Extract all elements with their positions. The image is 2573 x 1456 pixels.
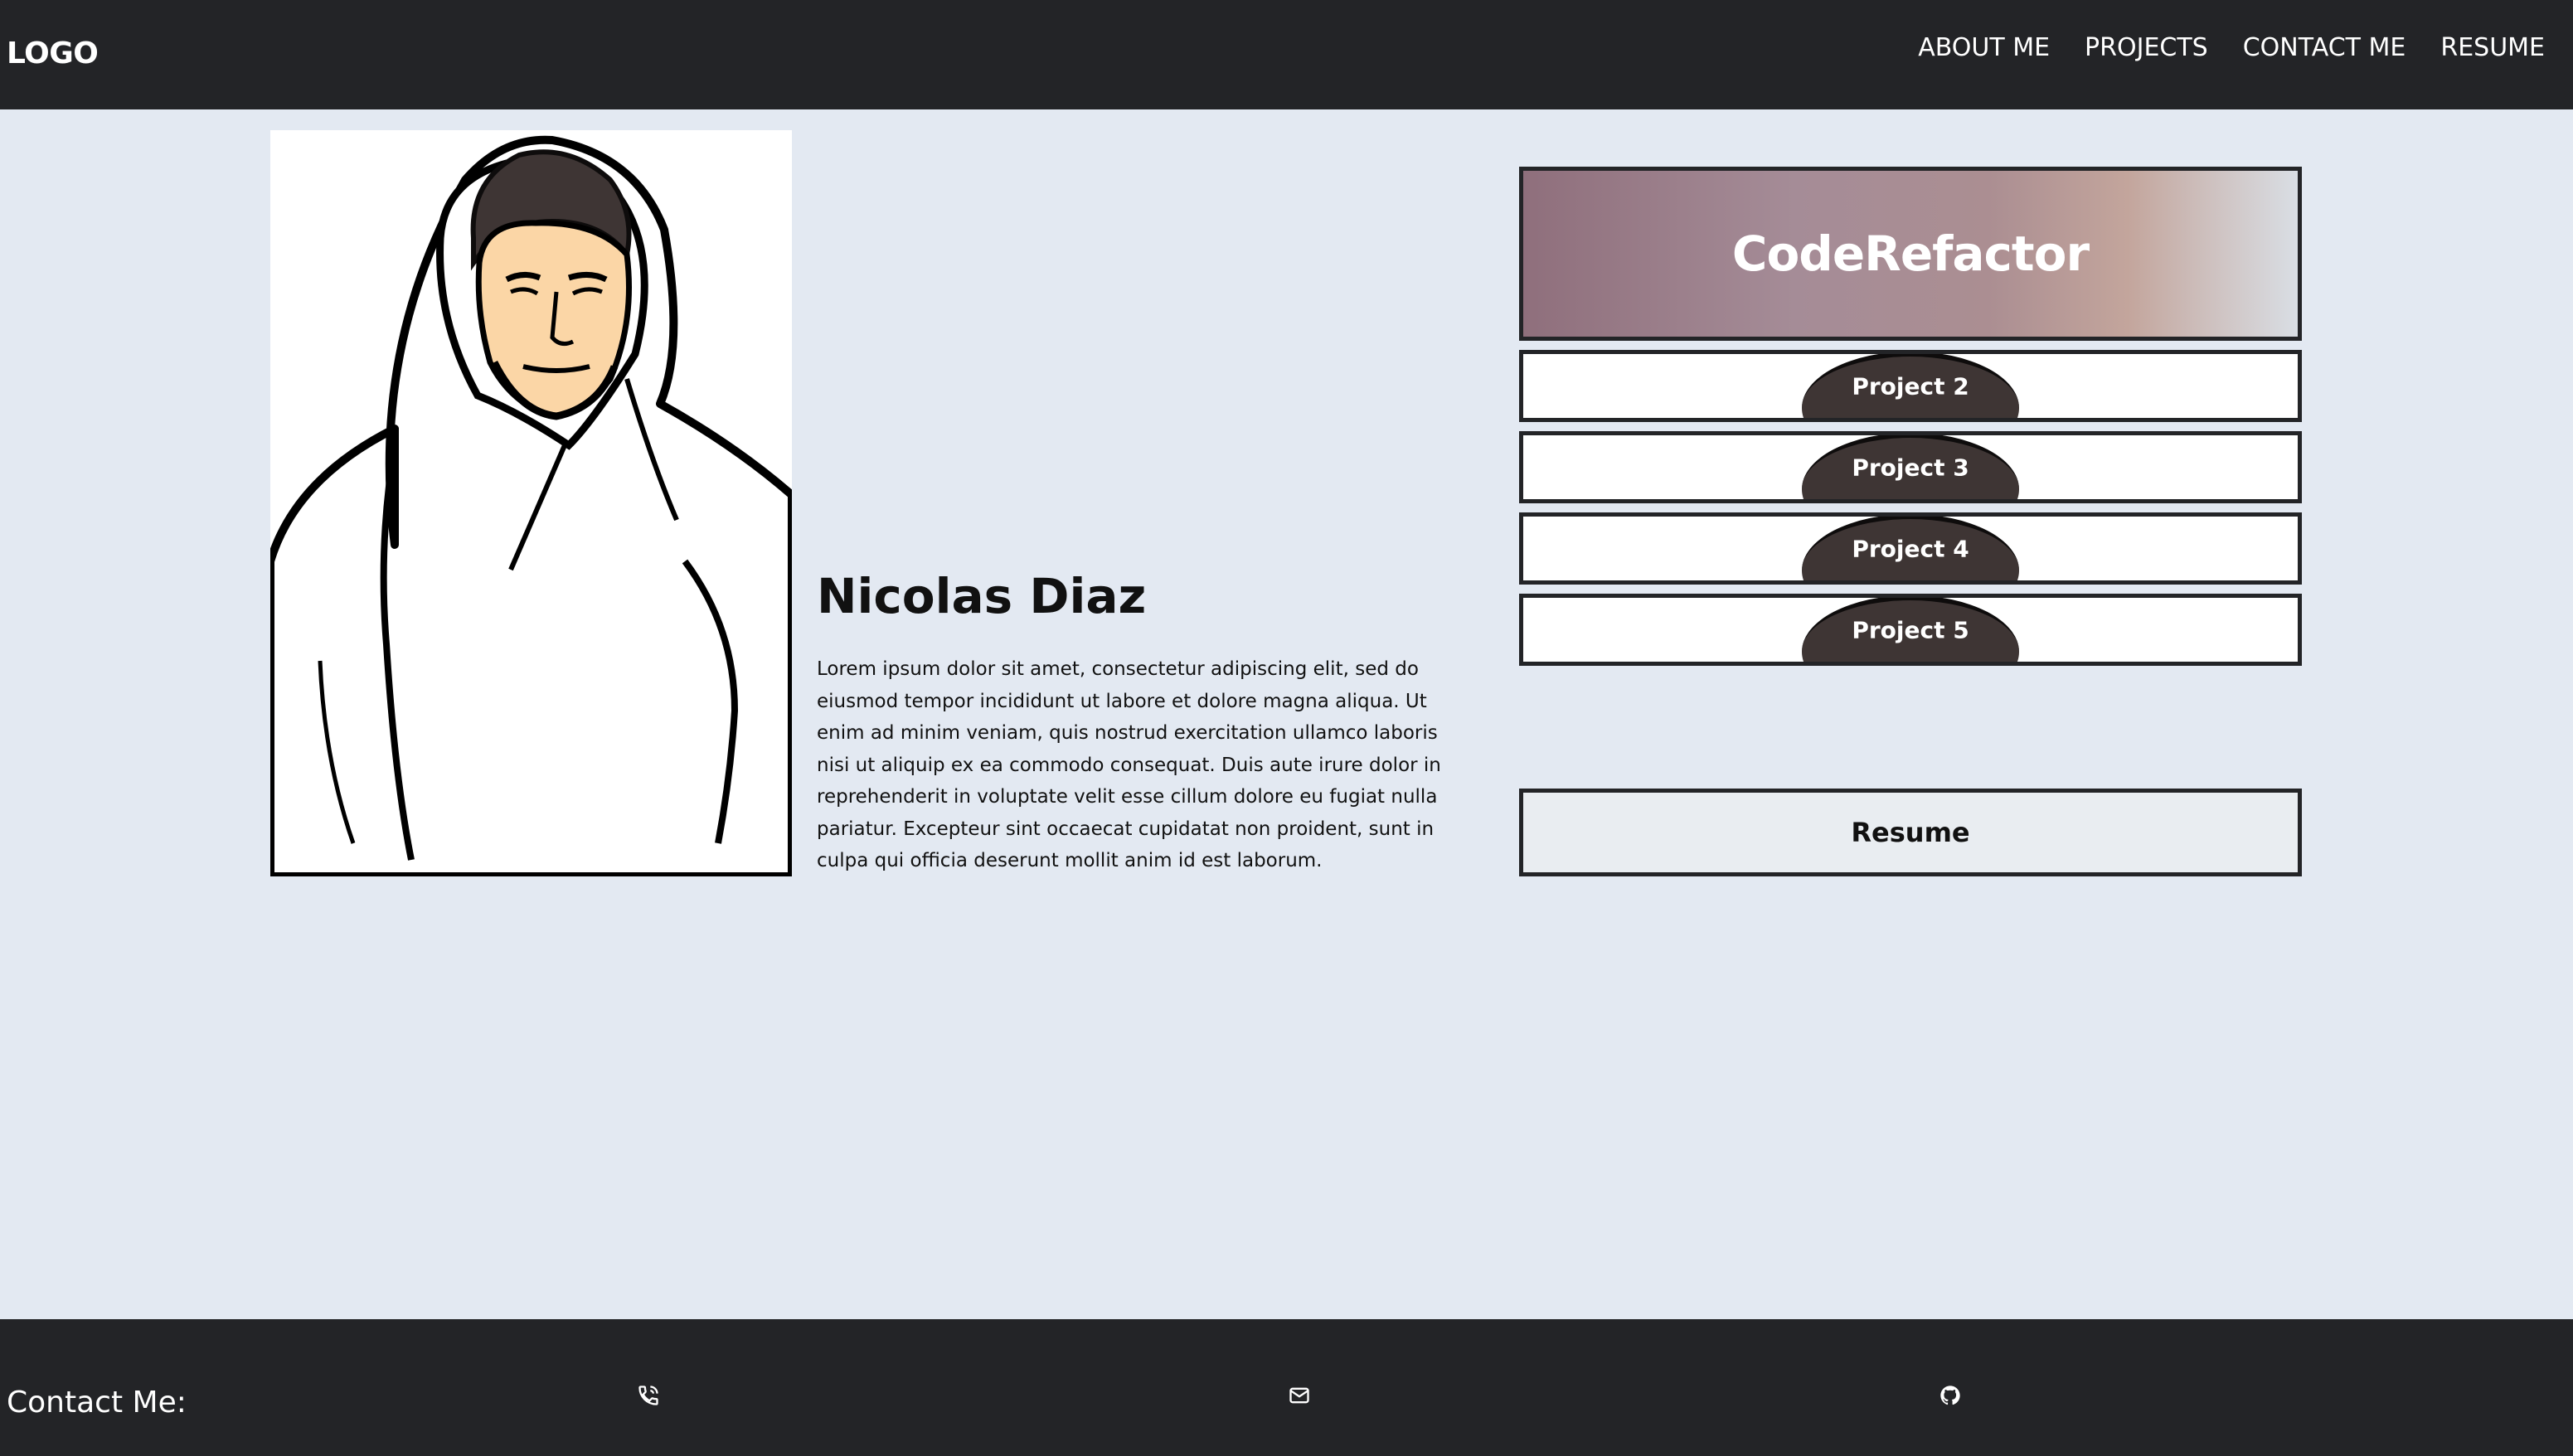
contact-label: Contact Me: <box>7 1386 187 1420</box>
resume-button[interactable]: Resume <box>1519 789 2302 876</box>
profile-bio: Lorem ipsum dolor sit amet, consectetur … <box>817 658 1441 871</box>
projects-list: CodeRefactor Project 2 Project 3 Project… <box>1519 167 2302 675</box>
email-icon[interactable] <box>1288 1384 1311 1407</box>
project-title: Project 4 <box>1852 535 1969 562</box>
project-title: Project 2 <box>1852 372 1969 400</box>
phone-icon[interactable] <box>637 1384 660 1407</box>
project-title: Project 3 <box>1852 454 1969 481</box>
navbar: LOGO ABOUT ME PROJECTS CONTACT ME RESUME <box>0 0 2573 109</box>
nav-links: ABOUT ME PROJECTS CONTACT ME RESUME <box>1918 33 2545 62</box>
project-title: Project 5 <box>1852 616 1969 643</box>
nav-contact-me[interactable]: CONTACT ME <box>2243 33 2406 62</box>
profile-name: Nicolas Diaz <box>817 568 1147 624</box>
project-card-4[interactable]: Project 4 <box>1519 512 2302 585</box>
profile-portrait <box>270 130 792 876</box>
project-card-featured[interactable]: CodeRefactor <box>1519 167 2302 341</box>
portrait-illustration <box>270 135 792 876</box>
project-title-featured: CodeRefactor <box>1731 226 2090 282</box>
footer: Contact Me: <box>0 1319 2573 1456</box>
project-card-3[interactable]: Project 3 <box>1519 431 2302 503</box>
project-card-5[interactable]: Project 5 <box>1519 594 2302 666</box>
logo[interactable]: LOGO <box>7 36 99 70</box>
nav-projects[interactable]: PROJECTS <box>2085 33 2208 62</box>
project-card-2[interactable]: Project 2 <box>1519 350 2302 422</box>
nav-resume[interactable]: RESUME <box>2440 33 2545 62</box>
nav-about-me[interactable]: ABOUT ME <box>1918 33 2050 62</box>
github-icon[interactable] <box>1939 1384 1962 1407</box>
